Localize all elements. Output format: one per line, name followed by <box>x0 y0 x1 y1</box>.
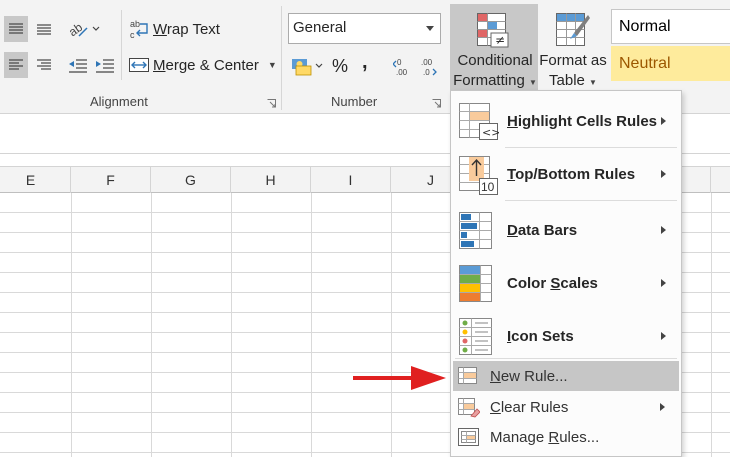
chevron-right-icon <box>661 279 666 287</box>
menu-item-new-rule[interactable]: New Rule... <box>453 361 679 391</box>
merge-center-label: Merge & Center <box>153 56 259 74</box>
chevron-down-icon: ▼ <box>528 78 537 87</box>
chevron-down-icon[interactable]: ▼ <box>268 60 277 70</box>
chevron-right-icon <box>661 226 666 234</box>
highlight-cells-icon: <> <box>459 103 499 140</box>
decrease-indent-button[interactable] <box>66 52 90 78</box>
number-group-label: Number <box>331 94 378 109</box>
dialog-launcher-icon[interactable] <box>267 99 276 108</box>
increase-decimal-icon: 0 .00 <box>393 58 408 77</box>
menu-item-label: Clear Rules <box>490 399 569 416</box>
decrease-decimal-button[interactable]: .00 .0 <box>419 54 441 78</box>
chevron-down-icon <box>426 26 434 31</box>
merge-center-button[interactable]: Merge & Center ▼ <box>128 52 277 78</box>
chevron-right-icon <box>661 332 666 340</box>
align-top-button[interactable] <box>4 16 28 42</box>
cell-style-neutral[interactable]: Neutral <box>611 46 730 81</box>
wrap-text-icon: ab c <box>130 19 148 40</box>
increase-indent-button[interactable] <box>93 52 117 78</box>
increase-decimal-button[interactable]: 0 .00 <box>393 54 415 78</box>
decrease-decimal-icon: .00 .0 <box>421 58 437 77</box>
column-header-e[interactable]: E <box>0 167 71 193</box>
menu-item-label: Color Scales <box>507 275 598 292</box>
menu-item-label: Highlight Cells Rules <box>507 113 658 130</box>
menu-separator <box>455 358 677 359</box>
chevron-down-icon: ▼ <box>589 78 597 87</box>
cell-style-normal[interactable]: Normal <box>611 9 730 44</box>
align-left-icon <box>9 59 23 70</box>
align-middle-icon <box>37 24 51 35</box>
conditional-formatting-menu: <> Highlight Cells Rules 10 Top/Bottom R… <box>450 90 682 457</box>
orientation-icon: ab <box>66 20 100 39</box>
format-as-table-label: Format as <box>539 52 607 69</box>
merge-center-icon <box>129 58 149 72</box>
menu-item-label: Data Bars <box>507 222 578 239</box>
svg-text:c: c <box>130 30 135 40</box>
chevron-right-icon <box>661 117 666 125</box>
align-top-icon <box>9 23 23 34</box>
conditional-formatting-button[interactable]: ≠ Conditional Formatting ▼ <box>450 4 538 91</box>
svg-text:ab: ab <box>130 19 140 29</box>
format-as-table-icon <box>556 13 590 46</box>
svg-text:.00: .00 <box>421 58 433 67</box>
format-as-table-label: Table ▼ <box>549 72 597 89</box>
column-header-h[interactable]: H <box>231 167 311 193</box>
menu-item-label: New Rule... <box>490 368 568 385</box>
currency-icon <box>292 59 323 76</box>
menu-item-color-scales[interactable]: Color Scales <box>452 257 680 309</box>
decrease-indent-icon <box>69 59 87 73</box>
clear-rules-icon <box>458 398 480 418</box>
increase-indent-icon <box>96 59 114 73</box>
comma-style-button[interactable]: , <box>362 50 374 74</box>
dialog-launcher-icon[interactable] <box>432 99 441 108</box>
number-format-value: General <box>293 19 347 36</box>
align-middle-button[interactable] <box>32 16 56 42</box>
svg-text:10: 10 <box>481 180 495 194</box>
column-header-g[interactable]: G <box>151 167 231 193</box>
menu-item-manage-rules[interactable]: Manage Rules... <box>453 422 679 452</box>
svg-text:≠: ≠ <box>495 33 505 47</box>
separator <box>281 6 282 110</box>
menu-item-label: Manage Rules... <box>490 429 600 446</box>
wrap-text-label: Wrap Text <box>153 20 220 38</box>
menu-item-highlight-cells-rules[interactable]: <> Highlight Cells Rules <box>452 95 680 147</box>
align-right-icon <box>37 59 51 70</box>
chevron-right-icon <box>661 170 666 178</box>
svg-text:<>: <> <box>482 126 499 139</box>
color-scales-icon <box>459 265 492 302</box>
column-header-f[interactable]: F <box>71 167 151 193</box>
icon-sets-icon <box>459 318 492 355</box>
top-bottom-icon: 10 <box>459 156 498 195</box>
menu-separator <box>505 200 677 201</box>
conditional-formatting-label: Conditional <box>457 52 533 69</box>
menu-item-clear-rules[interactable]: Clear Rules <box>453 392 679 422</box>
chevron-right-icon <box>660 403 665 411</box>
annotation-arrow-icon <box>353 366 446 390</box>
align-left-button[interactable] <box>4 52 28 78</box>
conditional-formatting-label: Formatting ▼ <box>453 72 537 89</box>
new-rule-icon <box>458 367 477 384</box>
menu-item-label: Icon Sets <box>507 328 574 345</box>
menu-item-icon-sets[interactable]: Icon Sets <box>452 310 680 362</box>
align-right-button[interactable] <box>32 52 56 78</box>
column-header-i[interactable]: I <box>311 167 391 193</box>
percent-style-button[interactable]: % <box>332 54 352 78</box>
menu-item-label: Top/Bottom Rules <box>507 166 636 183</box>
separator <box>121 10 122 80</box>
manage-rules-icon <box>458 428 479 446</box>
alignment-group-label: Alignment <box>90 94 148 109</box>
svg-text:ab: ab <box>66 20 85 39</box>
svg-text:0: 0 <box>397 58 402 67</box>
wrap-text-button[interactable]: ab c Wrap Text <box>128 16 220 42</box>
number-format-select[interactable]: General <box>288 13 441 44</box>
conditional-formatting-icon: ≠ <box>477 13 509 48</box>
svg-text:.00: .00 <box>396 68 408 77</box>
svg-text:.0: .0 <box>423 68 430 77</box>
data-bars-icon <box>459 212 492 249</box>
format-as-table-button[interactable]: Format as Table ▼ <box>538 4 608 91</box>
menu-item-top-bottom-rules[interactable]: 10 Top/Bottom Rules <box>452 148 680 200</box>
accounting-format-button[interactable] <box>290 54 326 78</box>
orientation-button[interactable]: ab <box>65 16 101 42</box>
menu-item-data-bars[interactable]: Data Bars <box>452 204 680 256</box>
